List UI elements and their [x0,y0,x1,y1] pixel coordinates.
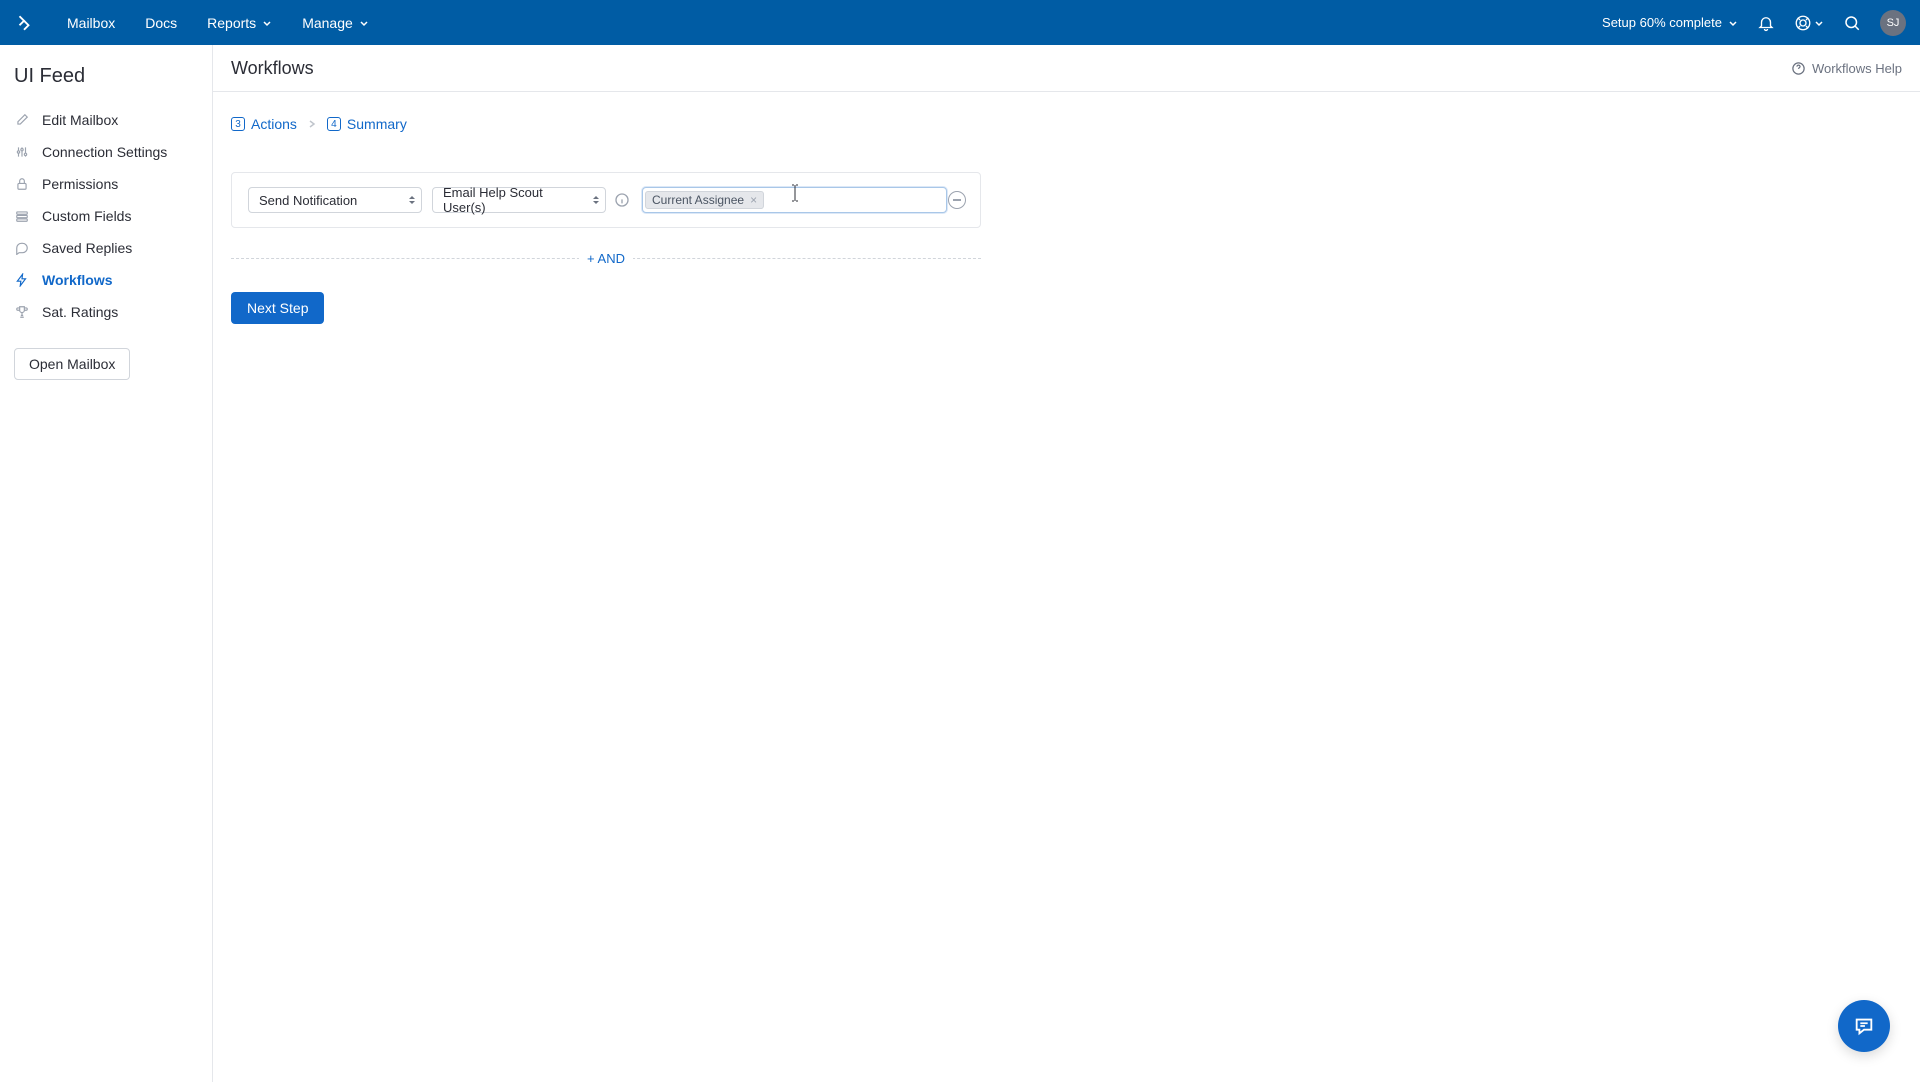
nav-mailbox[interactable]: Mailbox [52,0,130,45]
nav-reports[interactable]: Reports [192,0,287,45]
chevron-down-icon [262,18,272,28]
sidebar-item-label: Permissions [42,176,118,192]
sidebar: UI Feed Edit Mailbox Connection Settings… [0,45,213,1082]
info-icon[interactable] [614,192,630,208]
sidebar-title: UI Feed [0,65,212,104]
help-menu[interactable] [1794,14,1824,32]
remove-action-button[interactable] [948,191,966,209]
help-circle-icon [1791,61,1806,76]
notifications-icon[interactable] [1756,13,1776,33]
breadcrumb-step-label: Summary [347,116,407,132]
nav-mailbox-label: Mailbox [67,15,115,31]
chevron-down-icon [359,18,369,28]
breadcrumb-step-summary[interactable]: 4 Summary [327,116,407,132]
nav-items: Mailbox Docs Reports Manage [52,0,384,45]
page-title: Workflows [231,58,314,79]
page-header: Workflows Workflows Help [213,45,1920,92]
notification-method-select[interactable]: Email Help Scout User(s) [432,187,606,213]
sidebar-item-permissions[interactable]: Permissions [0,168,212,200]
tag-text-field[interactable] [766,191,944,209]
breadcrumb-step-number: 3 [231,117,245,131]
nav-docs-label: Docs [145,15,177,31]
nav-reports-label: Reports [207,15,256,31]
sidebar-item-saved-replies[interactable]: Saved Replies [0,232,212,264]
and-divider: + AND [231,250,981,266]
select-value: Send Notification [259,193,357,208]
sidebar-item-workflows[interactable]: Workflows [0,264,212,296]
sidebar-item-label: Sat. Ratings [42,304,118,320]
search-icon[interactable] [1842,13,1862,33]
lock-icon [14,176,30,192]
life-ring-icon [1794,14,1812,32]
sidebar-item-label: Custom Fields [42,208,131,224]
sidebar-item-edit-mailbox[interactable]: Edit Mailbox [0,104,212,136]
pencil-icon [14,112,30,128]
chevron-right-icon [307,116,317,132]
top-navigation: Mailbox Docs Reports Manage Setup 60% co… [0,0,1920,45]
sidebar-item-label: Workflows [42,272,113,288]
recipient-tag-input[interactable]: Current Assignee × [642,187,947,213]
sidebar-item-connection-settings[interactable]: Connection Settings [0,136,212,168]
chat-fab[interactable] [1838,1000,1890,1052]
tag-chip: Current Assignee × [645,191,764,209]
add-and-button[interactable]: + AND [579,251,633,266]
tag-remove-icon[interactable]: × [750,193,757,207]
action-row: Send Notification Email Help Scout User(… [231,172,981,228]
chevron-down-icon [1728,18,1738,28]
avatar[interactable]: SJ [1880,10,1906,36]
chevron-down-icon [1814,18,1824,28]
chat-bubble-icon [1853,1015,1875,1037]
workflow-icon [14,272,30,288]
nav-right: Setup 60% complete SJ [1602,10,1906,36]
action-type-select[interactable]: Send Notification [248,187,422,213]
tag-label: Current Assignee [652,193,744,207]
select-value: Email Help Scout User(s) [443,185,577,215]
workflows-help-link[interactable]: Workflows Help [1791,61,1902,76]
sidebar-item-sat-ratings[interactable]: Sat. Ratings [0,296,212,328]
breadcrumb: 3 Actions 4 Summary [231,116,1902,132]
chat-icon [14,240,30,256]
open-mailbox-button[interactable]: Open Mailbox [14,348,130,380]
main-content: Workflows Workflows Help 3 Actions 4 Sum… [213,45,1920,1082]
logo-icon[interactable] [14,13,34,33]
nav-manage-label: Manage [302,15,353,31]
setup-status[interactable]: Setup 60% complete [1602,15,1738,30]
help-link-label: Workflows Help [1812,61,1902,76]
trophy-icon [14,304,30,320]
sidebar-item-custom-fields[interactable]: Custom Fields [0,200,212,232]
sidebar-item-label: Edit Mailbox [42,112,118,128]
setup-status-label: Setup 60% complete [1602,15,1722,30]
sidebar-item-label: Saved Replies [42,240,132,256]
avatar-initials: SJ [1887,17,1900,29]
list-icon [14,208,30,224]
breadcrumb-step-label: Actions [251,116,297,132]
breadcrumb-step-number: 4 [327,117,341,131]
sidebar-item-label: Connection Settings [42,144,167,160]
nav-manage[interactable]: Manage [287,0,384,45]
next-step-button[interactable]: Next Step [231,292,324,324]
nav-docs[interactable]: Docs [130,0,192,45]
breadcrumb-step-actions[interactable]: 3 Actions [231,116,297,132]
settings-icon [14,144,30,160]
